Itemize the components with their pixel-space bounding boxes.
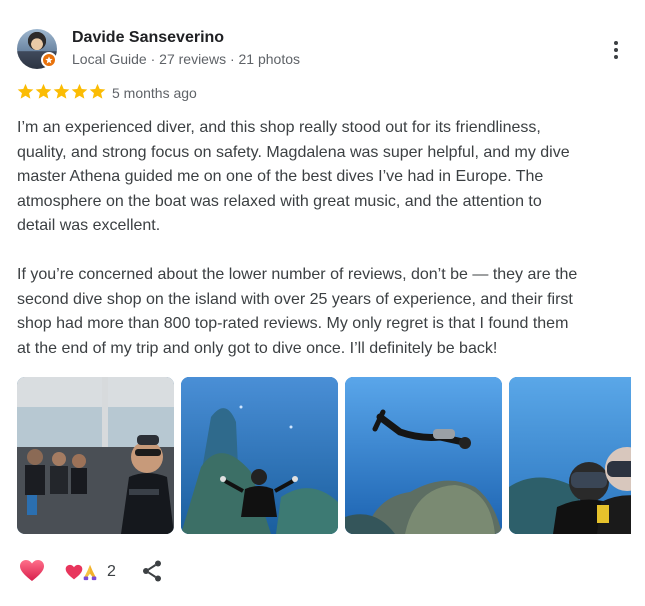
star-icon [71, 83, 88, 99]
review-actions: 2 [17, 557, 317, 585]
boat-selfie-photo[interactable] [17, 377, 174, 534]
review-text: I’m an experienced diver, and this shop … [17, 116, 637, 361]
review-time: 5 months ago [112, 85, 197, 101]
underwater-diver-photo[interactable] [181, 377, 338, 534]
review-line: detail was excellent. [17, 217, 161, 234]
heart-icon[interactable] [19, 559, 45, 583]
star-icon [53, 83, 70, 99]
praying-hands-icon [83, 564, 97, 581]
review-line: atmosphere on the boat was relaxed with … [17, 192, 542, 210]
review-line: master Athena guided me on one of the be… [17, 168, 544, 185]
reactions-summary[interactable]: 2 [65, 561, 116, 583]
star-icon [35, 83, 52, 99]
review-line: at the end of my trip and only got to di… [17, 339, 498, 357]
reaction-count: 2 [107, 563, 116, 580]
local-guide-badge-icon [41, 52, 57, 68]
more-options-icon[interactable] [603, 36, 629, 64]
star-icon [89, 83, 106, 99]
review-line: I’m an experienced diver, and this shop … [17, 119, 541, 136]
review-line: shop had more than 800 top-rated reviews… [17, 315, 569, 332]
star-rating [17, 83, 106, 103]
reviewer-name[interactable]: Davide Sanseverino [72, 29, 224, 47]
reviewer-meta: Local Guide · 27 reviews · 21 photos [72, 51, 301, 67]
review-line: If you’re concerned about the lower numb… [17, 266, 578, 283]
review-line: second dive shop on the island with over… [17, 290, 573, 308]
diver-over-rock-photo[interactable] [345, 377, 502, 534]
reviewer-avatar[interactable] [17, 29, 57, 69]
diver-selfie-photo[interactable] [509, 377, 631, 534]
review-line: quality, and strong focus on safety. Mag… [17, 143, 570, 161]
share-icon[interactable] [141, 559, 163, 583]
photo-strip[interactable] [17, 377, 631, 535]
star-icon [17, 83, 34, 99]
